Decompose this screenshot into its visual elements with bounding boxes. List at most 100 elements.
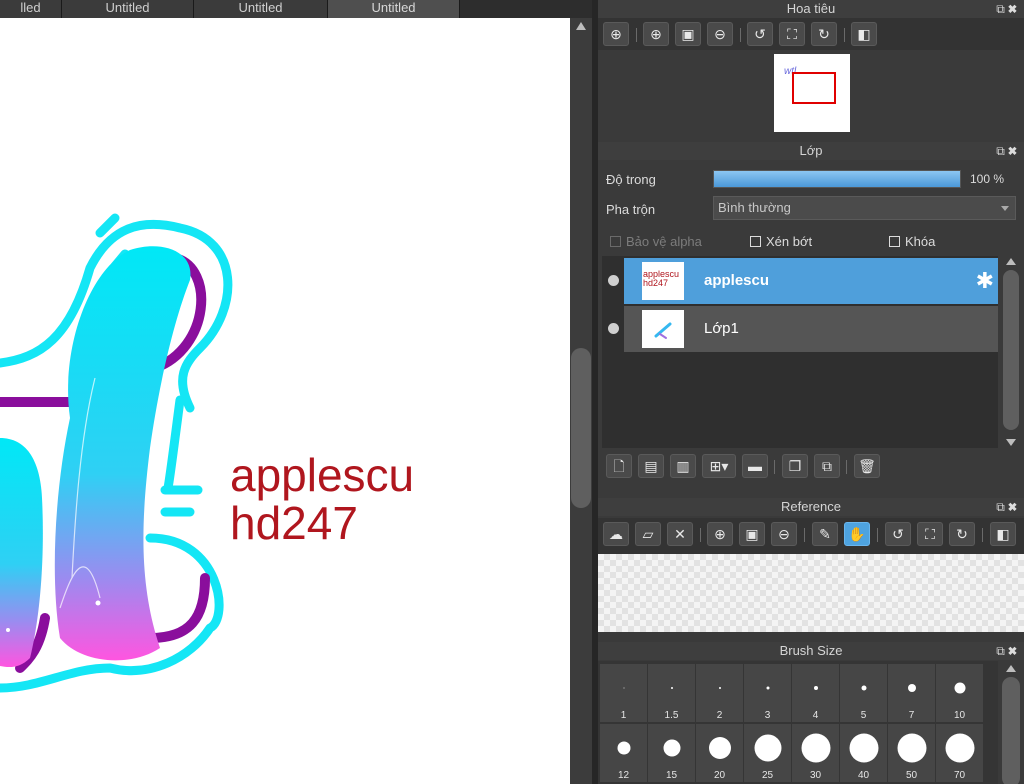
canvas-vertical-scrollbar[interactable] xyxy=(570,18,592,784)
brush-size-cell[interactable]: 1.5 xyxy=(648,664,695,722)
lock-label: Khóa xyxy=(905,234,936,249)
tab-label: Untitled xyxy=(371,0,416,15)
brush-size-cell[interactable]: 15 xyxy=(648,724,695,782)
brush-size-cell[interactable]: 12 xyxy=(600,724,647,782)
rotate-right-icon[interactable]: ↻ xyxy=(811,22,837,46)
scroll-up-arrow-icon[interactable] xyxy=(1006,665,1016,672)
layer-name: applescu xyxy=(704,272,770,289)
drawing-canvas[interactable]: applescu hd247 xyxy=(0,18,570,784)
hand-tool-icon[interactable]: ✋ xyxy=(844,522,870,546)
new-8bit-layer-icon[interactable]: ▤ xyxy=(638,454,664,478)
add-layer-menu-icon[interactable]: ⊞▾ xyxy=(702,454,736,478)
brush-size-label: 5 xyxy=(860,710,867,721)
visibility-icon[interactable] xyxy=(608,323,619,334)
scrollbar-thumb[interactable] xyxy=(571,348,591,508)
canvas-artwork: applescu hd247 xyxy=(0,213,414,693)
tab-untitled-4-active[interactable]: Untitled xyxy=(328,0,460,18)
brush-size-label: 40 xyxy=(857,770,870,781)
clipping-checkbox[interactable]: Xén bớt xyxy=(750,234,812,249)
protect-alpha-checkbox[interactable]: Bảo vệ alpha xyxy=(610,234,702,249)
clear-reference-icon[interactable]: ✕ xyxy=(667,522,693,546)
eyedropper-icon[interactable]: ✎ xyxy=(812,522,838,546)
brush-size-label: 25 xyxy=(761,770,774,781)
lock-checkbox[interactable]: Khóa xyxy=(889,234,935,249)
brush-size-cell[interactable]: 70 xyxy=(936,724,983,782)
undock-icon[interactable]: ⧉ xyxy=(996,500,1008,514)
zoom-out-icon[interactable]: ⊖ xyxy=(707,22,733,46)
brush-size-label: 3 xyxy=(764,710,771,721)
opacity-slider[interactable] xyxy=(713,170,961,188)
navigator-thumbnail[interactable]: wtl xyxy=(774,54,850,132)
rotate-left-icon[interactable]: ↺ xyxy=(747,22,773,46)
tab-untitled-2[interactable]: Untitled xyxy=(62,0,194,18)
undock-icon[interactable]: ⧉ xyxy=(996,144,1008,158)
layer-row-lop1[interactable]: Lớp1 xyxy=(602,306,998,352)
undock-icon[interactable]: ⧉ xyxy=(996,644,1008,658)
brush-size-cell[interactable]: 40 xyxy=(840,724,887,782)
navigator-viewport-rect[interactable] xyxy=(792,72,836,104)
scrollbar-thumb[interactable] xyxy=(1002,677,1020,784)
close-icon[interactable]: ✖ xyxy=(1008,144,1020,158)
flip-horizontal-icon[interactable]: ◧ xyxy=(990,522,1016,546)
folder-icon[interactable]: ▬ xyxy=(742,454,768,478)
brush-size-label: 2 xyxy=(716,710,723,721)
zoom-out-icon[interactable]: ⊖ xyxy=(771,522,797,546)
brush-size-cell[interactable]: 50 xyxy=(888,724,935,782)
brush-size-cell[interactable]: 25 xyxy=(744,724,791,782)
layer-panel: Độ trong 100 % Pha trộn Bình thường Bảo … xyxy=(598,162,1024,492)
tab-label: Untitled xyxy=(105,0,150,15)
navigator-preview-area: wtl xyxy=(598,52,1024,134)
reset-view-icon[interactable]: ⛶ xyxy=(917,522,943,546)
zoom-in-icon[interactable]: ⊕ xyxy=(707,522,733,546)
delete-layer-icon[interactable]: 🗑 xyxy=(854,454,880,478)
tab-untitled-1[interactable]: lled xyxy=(0,0,62,18)
close-icon[interactable]: ✖ xyxy=(1008,644,1020,658)
scrollbar-thumb[interactable] xyxy=(1003,270,1019,430)
close-icon[interactable]: ✖ xyxy=(1008,500,1020,514)
brush-size-panel-header: Brush Size ⧉✖ xyxy=(598,642,1024,660)
brush-size-cell[interactable]: 7 xyxy=(888,664,935,722)
open-folder-icon[interactable]: ▱ xyxy=(635,522,661,546)
brush-size-label: 20 xyxy=(713,770,726,781)
reference-image-area[interactable] xyxy=(598,554,1024,632)
opacity-value: 100 % xyxy=(970,172,1005,186)
scroll-down-arrow-icon[interactable] xyxy=(1006,439,1016,446)
brush-size-cell[interactable]: 30 xyxy=(792,724,839,782)
new-layer-icon[interactable]: 🗋 xyxy=(606,454,632,478)
tab-untitled-3[interactable]: Untitled xyxy=(194,0,328,18)
zoom-in-icon[interactable]: ⊕ xyxy=(643,22,669,46)
undock-icon[interactable]: ⧉ xyxy=(996,2,1008,16)
brush-size-label: 10 xyxy=(953,710,966,721)
close-icon[interactable]: ✖ xyxy=(1008,2,1020,16)
brush-size-cell[interactable]: 3 xyxy=(744,664,791,722)
layer-list-scrollbar[interactable] xyxy=(1000,256,1022,448)
zoom-fit-icon[interactable]: ⊕ xyxy=(603,22,629,46)
gear-icon[interactable]: ✱ xyxy=(976,268,994,294)
rotate-right-icon[interactable]: ↻ xyxy=(949,522,975,546)
layer-row-applescu[interactable]: applescu hd247 applescu ✱ xyxy=(602,258,998,304)
blend-mode-dropdown[interactable]: Bình thường xyxy=(713,196,1016,220)
flip-horizontal-icon[interactable]: ◧ xyxy=(851,22,877,46)
cloud-open-icon[interactable]: ☁ xyxy=(603,522,629,546)
rotate-left-icon[interactable]: ↺ xyxy=(885,522,911,546)
visibility-icon[interactable] xyxy=(608,275,619,286)
brush-size-cell[interactable]: 5 xyxy=(840,664,887,722)
app-window: lled Untitled Untitled Untitled applescu… xyxy=(0,0,1024,784)
reset-view-icon[interactable]: ⛶ xyxy=(779,22,805,46)
layer-thumbnail: applescu hd247 xyxy=(642,262,684,300)
brush-size-cell[interactable]: 20 xyxy=(696,724,743,782)
duplicate-layer-icon[interactable]: ❐ xyxy=(782,454,808,478)
layer-thumb-text: applescu hd247 xyxy=(643,269,680,288)
brush-size-scrollbar[interactable] xyxy=(998,661,1024,784)
fit-screen-icon[interactable]: ▣ xyxy=(739,522,765,546)
fit-screen-icon[interactable]: ▣ xyxy=(675,22,701,46)
new-1bit-layer-icon[interactable]: ▥ xyxy=(670,454,696,478)
brush-size-label: 12 xyxy=(617,770,630,781)
merge-layer-icon[interactable]: ⧉ xyxy=(814,454,840,478)
brush-size-cell[interactable]: 4 xyxy=(792,664,839,722)
scroll-up-arrow-icon[interactable] xyxy=(1006,258,1016,265)
brush-size-cell[interactable]: 1 xyxy=(600,664,647,722)
brush-size-cell[interactable]: 10 xyxy=(936,664,983,722)
brush-size-cell[interactable]: 2 xyxy=(696,664,743,722)
scroll-up-arrow-icon[interactable] xyxy=(576,22,586,30)
